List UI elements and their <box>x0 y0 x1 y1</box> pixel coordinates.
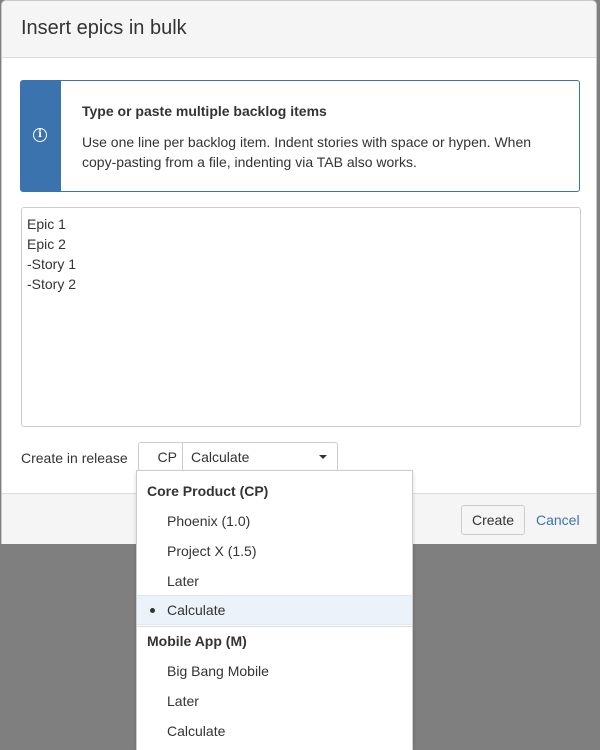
info-message: i Type or paste multiple backlog items U… <box>20 80 580 192</box>
create-button[interactable]: Create <box>461 505 525 535</box>
backlog-items-textarea[interactable]: Epic 1 Epic 2 -Story 1 -Story 2 <box>21 207 581 427</box>
option-calculate-selected[interactable]: Calculate <box>137 595 412 625</box>
insert-epics-dialog: Insert epics in bulk i Type or paste mul… <box>1 0 597 544</box>
option-later[interactable]: Later <box>137 566 412 596</box>
textarea-line: -Story 2 <box>27 276 77 292</box>
release-code: CP <box>139 443 183 471</box>
info-text: Use one line per backlog item. Indent st… <box>82 134 532 170</box>
release-dropdown-menu: Core Product (CP) Phoenix (1.0) Project … <box>136 470 413 750</box>
release-label: Create in release <box>21 450 128 466</box>
selected-bullet-icon <box>150 608 155 613</box>
info-title: Type or paste multiple backlog items <box>82 103 327 119</box>
chevron-down-icon <box>319 455 327 459</box>
option-phoenix[interactable]: Phoenix (1.0) <box>137 506 412 536</box>
group-heading-core-product: Core Product (CP) <box>147 483 269 499</box>
group-divider <box>137 626 412 627</box>
option-label: Calculate <box>167 602 226 618</box>
release-select[interactable]: CP Calculate <box>138 442 338 472</box>
option-calculate-mobile[interactable]: Calculate <box>137 716 412 746</box>
option-project-x[interactable]: Project X (1.5) <box>137 536 412 566</box>
textarea-line: Epic 2 <box>27 236 66 252</box>
textarea-line: -Story 1 <box>27 256 77 272</box>
info-stripe: i <box>21 81 61 191</box>
option-big-bang-mobile[interactable]: Big Bang Mobile <box>137 656 412 686</box>
release-value: Calculate <box>191 449 250 465</box>
group-heading-mobile-app: Mobile App (M) <box>147 633 247 649</box>
textarea-line: Epic 1 <box>27 216 66 232</box>
option-later-mobile[interactable]: Later <box>137 686 412 716</box>
cancel-link[interactable]: Cancel <box>536 505 580 535</box>
dialog-title: Insert epics in bulk <box>21 17 187 39</box>
info-icon: i <box>33 128 47 142</box>
